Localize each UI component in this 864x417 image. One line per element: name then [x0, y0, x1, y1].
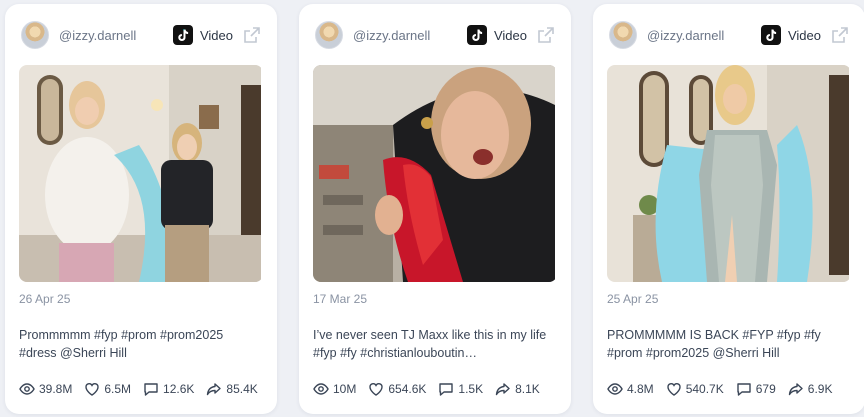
views-stat: 10M — [313, 381, 356, 397]
comment-icon — [144, 383, 158, 396]
external-link-icon[interactable] — [243, 26, 261, 44]
views-count: 10M — [333, 382, 357, 396]
eye-icon — [313, 383, 329, 395]
creator-handle[interactable]: @izzy.darnell — [353, 28, 430, 43]
likes-count: 540.7K — [685, 382, 724, 396]
comments-count: 1.5K — [458, 382, 484, 396]
heart-icon — [666, 383, 681, 396]
comments-stat: 1.5K — [438, 381, 483, 397]
likes-stat: 540.7K — [666, 381, 724, 397]
shares-count: 8.1K — [515, 382, 540, 396]
likes-stat: 6.5M — [84, 381, 131, 397]
likes-count: 654.6K — [388, 382, 427, 396]
likes-stat: 654.6K — [368, 381, 426, 397]
comments-count: 679 — [755, 382, 776, 396]
tiktok-icon — [466, 25, 487, 45]
creator-handle[interactable]: @izzy.darnell — [647, 28, 724, 43]
card-header: @izzy.darnell Video — [593, 18, 864, 52]
shares-stat: 85.4K — [206, 381, 258, 397]
shares-stat: 8.1K — [495, 381, 540, 397]
post-date: 25 Apr 25 — [607, 292, 659, 306]
comment-icon — [737, 383, 751, 396]
heart-icon — [85, 383, 100, 396]
post-card[interactable]: @izzy.darnell Video 26 Apr 25 Prommmmm #… — [5, 4, 277, 414]
engagement-stats: 4.8M 540.7K 679 6.9K — [607, 380, 844, 398]
post-caption: PROMMMMM IS BACK #FYP #fyp #fy #prom #pr… — [607, 328, 821, 360]
card-header: @izzy.darnell Video — [299, 18, 571, 52]
post-caption: I’ve never seen TJ Maxx like this in my … — [313, 328, 547, 360]
comments-stat: 679 — [736, 381, 776, 397]
shares-stat: 6.9K — [788, 381, 833, 397]
avatar[interactable] — [315, 21, 343, 49]
post-date: 17 Mar 25 — [313, 292, 368, 306]
video-thumbnail[interactable] — [19, 65, 263, 282]
tiktok-icon — [760, 25, 781, 45]
eye-icon — [607, 383, 623, 395]
share-icon — [207, 383, 222, 396]
post-caption: Prommmmm #fyp #prom #prom2025 #dress @Sh… — [19, 328, 224, 360]
views-count: 4.8M — [627, 382, 654, 396]
comments-count: 12.6K — [163, 382, 195, 396]
eye-icon — [19, 383, 35, 395]
heart-icon — [369, 383, 384, 396]
avatar[interactable] — [21, 21, 49, 49]
engagement-stats: 39.8M 6.5M 12.6K 85.4K — [19, 380, 270, 398]
external-link-icon[interactable] — [537, 26, 555, 44]
views-stat: 39.8M — [19, 381, 72, 397]
creator-handle[interactable]: @izzy.darnell — [59, 28, 136, 43]
shares-count: 6.9K — [807, 382, 833, 396]
card-header: @izzy.darnell Video — [5, 18, 277, 52]
external-link-icon[interactable] — [831, 26, 849, 44]
share-icon — [495, 383, 510, 396]
engagement-stats: 10M 654.6K 1.5K 8.1K — [313, 380, 552, 398]
post-card[interactable]: @izzy.darnell Video 17 Mar 25 I’ve never… — [299, 4, 571, 414]
avatar[interactable] — [609, 21, 637, 49]
post-date: 26 Apr 25 — [19, 292, 71, 306]
likes-count: 6.5M — [104, 382, 132, 396]
video-thumbnail[interactable] — [607, 65, 851, 282]
content-type-label: Video — [787, 27, 821, 43]
content-type-label: Video — [199, 27, 233, 43]
views-count: 39.8M — [39, 382, 73, 396]
video-thumbnail[interactable] — [313, 65, 557, 282]
comment-icon — [439, 383, 454, 396]
post-card[interactable]: @izzy.darnell Video 25 Apr 25 PROMMMMM I… — [593, 4, 864, 414]
shares-count: 85.4K — [226, 382, 258, 396]
comments-stat: 12.6K — [143, 381, 194, 397]
views-stat: 4.8M — [607, 381, 654, 397]
share-icon — [788, 383, 803, 396]
tiktok-icon — [172, 25, 193, 45]
content-type-label: Video — [493, 27, 527, 43]
